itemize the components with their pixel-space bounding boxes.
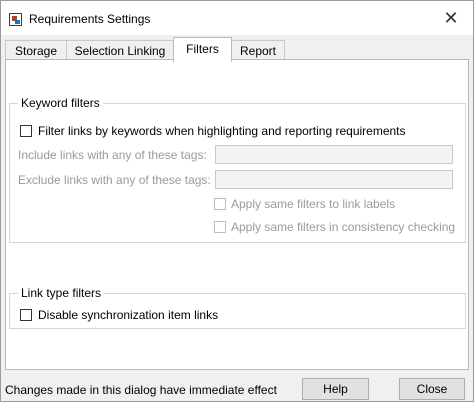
link-type-filters-legend: Link type filters	[18, 286, 105, 300]
tab-filters[interactable]: Filters	[173, 37, 232, 62]
include-tags-label: Include links with any of these tags:	[18, 148, 207, 162]
disable-sync-label: Disable synchronization item links	[38, 308, 219, 322]
disable-sync-checkbox[interactable]	[20, 309, 32, 321]
close-button[interactable]: Close	[399, 378, 465, 400]
link-type-filters-group: Link type filters Disable synchronizatio…	[9, 286, 466, 329]
help-button[interactable]: Help	[302, 378, 369, 400]
apply-link-labels-checkbox[interactable]	[214, 198, 226, 210]
tab-storage[interactable]: Storage	[5, 40, 67, 61]
tab-report[interactable]: Report	[231, 40, 285, 61]
exclude-tags-field[interactable]	[215, 170, 453, 189]
keyword-filters-legend: Keyword filters	[18, 96, 103, 110]
include-tags-field[interactable]	[215, 145, 453, 164]
filter-by-keywords-label: Filter links by keywords when highlighti…	[38, 124, 406, 138]
close-icon[interactable]: ✕	[441, 8, 461, 28]
tab-selection-linking[interactable]: Selection Linking	[66, 40, 174, 61]
status-message: Changes made in this dialog have immedia…	[5, 383, 277, 397]
window-title: Requirements Settings	[29, 12, 151, 26]
filters-tab-page: Keyword filters Filter links by keywords…	[5, 59, 469, 370]
apply-link-labels-label: Apply same filters to link labels	[231, 197, 396, 211]
requirements-settings-dialog: Requirements Settings ✕ Storage Selectio…	[0, 0, 474, 402]
keyword-filters-group: Keyword filters Filter links by keywords…	[9, 96, 466, 243]
apply-consistency-label: Apply same filters in consistency checki…	[231, 220, 456, 234]
exclude-tags-label: Exclude links with any of these tags:	[18, 173, 211, 187]
apply-consistency-checkbox[interactable]	[214, 221, 226, 233]
app-icon	[9, 13, 22, 26]
tab-strip: Storage Selection Linking Filters Report	[1, 37, 473, 62]
title-bar: Requirements Settings ✕	[1, 1, 473, 35]
filter-by-keywords-checkbox[interactable]	[20, 125, 32, 137]
